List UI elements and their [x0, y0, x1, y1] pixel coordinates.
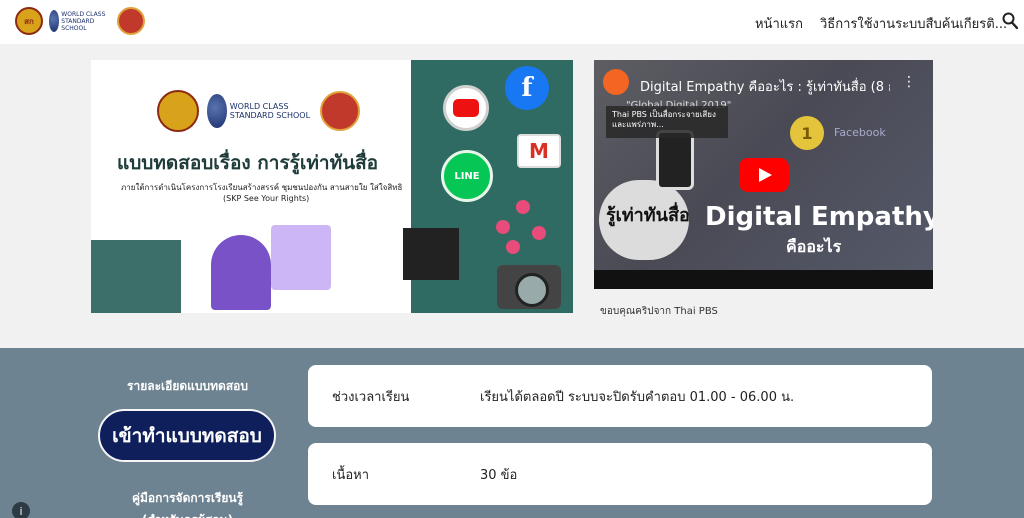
nav-howto-link[interactable]: วิธีการใช้งานระบบสืบค้นเกียรติ...: [820, 13, 1007, 34]
content-card: เนื้อหา 30 ข้อ: [308, 443, 932, 505]
nav-home-link[interactable]: หน้าแรก: [755, 13, 803, 34]
content-label: เนื้อหา: [332, 468, 370, 483]
video-facebook-text: Facebook: [834, 126, 886, 139]
top-navigation-bar: สก WORLD CLASS STANDARD SCHOOL หน้าแรก ว…: [0, 0, 1024, 44]
globe-icon: [49, 10, 60, 32]
medal-icon: 1: [790, 116, 824, 150]
search-icon[interactable]: [1002, 12, 1018, 30]
banner-world-class-text: WORLD CLASS STANDARD SCHOOL: [229, 102, 311, 120]
district-logo: [117, 7, 145, 35]
banner-subtitle-english: (SKP See Your Rights): [223, 194, 310, 203]
header-logos[interactable]: สก WORLD CLASS STANDARD SCHOOL: [15, 7, 145, 35]
channel-tooltip: Thai PBS เป็นสื่อกระจายเสียงและแพร่ภาพ..…: [606, 106, 728, 138]
banner-hex-background-left: [91, 240, 181, 313]
play-button-icon[interactable]: [739, 158, 789, 192]
banner-district-logo: [320, 91, 360, 131]
world-class-logo: WORLD CLASS STANDARD SCHOOL: [49, 7, 111, 35]
gmail-icon: M: [517, 134, 561, 168]
study-period-card: ช่วงเวลาเรียน เรียนได้ตลอดปี ระบบจะปิดรั…: [308, 365, 932, 427]
banner-world-class-logo: WORLD CLASS STANDARD SCHOOL: [207, 91, 312, 131]
facebook-icon: f: [505, 66, 549, 110]
screen-illustration: [271, 225, 331, 290]
info-icon[interactable]: i: [12, 502, 30, 518]
video-title[interactable]: Digital Empathy คืออะไร : รู้เท่าทันสื่อ…: [640, 76, 890, 97]
teacher-manual-line2: (สำหรับครูผู้สอน): [0, 509, 375, 518]
embedded-video-player[interactable]: รู้เท่าทันสื่อ 1 Facebook "Global Digita…: [594, 60, 933, 289]
phone-graphic: [656, 130, 694, 190]
school-logo: สก: [15, 7, 43, 35]
study-period-label: ช่วงเวลาเรียน: [332, 390, 410, 405]
video-sub-headline: คืออะไร: [786, 237, 842, 256]
world-class-logo-text: WORLD CLASS STANDARD SCHOOL: [61, 10, 106, 32]
camera-icon: [497, 265, 561, 309]
banner-title: แบบทดสอบเรื่อง การรู้เท่าทันสื่อ: [117, 152, 379, 174]
enter-quiz-button[interactable]: เข้าทำแบบทดสอบ: [98, 409, 276, 462]
line-icon: LINE: [441, 150, 493, 202]
video-more-menu-icon[interactable]: ⋮: [902, 74, 916, 90]
video-cloud-text: รู้เท่าทันสื่อ: [606, 205, 690, 226]
clapperboard-icon: [403, 228, 459, 280]
banner-subtitle: ภายใต้การดำเนินโครงการโรงเรียนสร้างสรรค์…: [121, 183, 403, 192]
content-value: 30 ข้อ: [480, 468, 518, 483]
person-illustration: [211, 235, 271, 310]
quiz-banner-image: WORLD CLASS STANDARD SCHOOL f LINE M แบบ…: [91, 60, 573, 313]
hearts-icon: [496, 200, 556, 260]
banner-globe-icon: [207, 94, 227, 128]
video-bottom-bar: [594, 270, 933, 289]
video-caption: ขอบคุณคริปจาก Thai PBS: [600, 306, 718, 317]
study-period-value: เรียนได้ตลอดปี ระบบจะปิดรับคำตอบ 01.00 -…: [480, 390, 795, 405]
video-headline: Digital Empathy: [705, 202, 933, 232]
banner-school-logo: [157, 90, 199, 132]
thaipbs-channel-icon[interactable]: [603, 69, 629, 95]
youtube-icon: [443, 85, 489, 131]
banner-logos: WORLD CLASS STANDARD SCHOOL: [157, 90, 360, 132]
